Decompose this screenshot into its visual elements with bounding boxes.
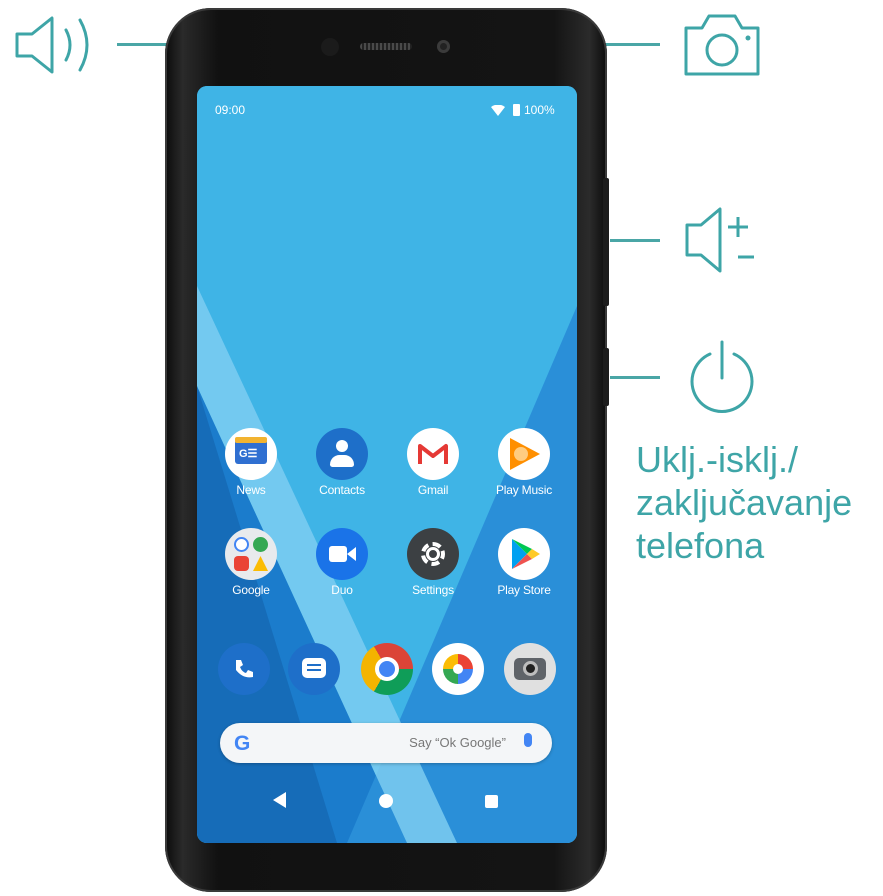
volume-up-down-icon — [685, 207, 754, 273]
volume-buttons[interactable] — [603, 178, 609, 306]
google-folder-icon — [225, 528, 277, 580]
app-label: Play Store — [497, 583, 551, 597]
app-duo[interactable]: Duo — [299, 528, 385, 597]
google-logo: G — [234, 732, 251, 755]
power-button[interactable] — [603, 348, 609, 406]
mic-icon[interactable] — [524, 733, 532, 747]
duo-icon — [316, 528, 368, 580]
back-icon[interactable] — [273, 792, 286, 808]
chrome-icon[interactable] — [361, 643, 413, 695]
earpiece-speaker — [360, 43, 412, 50]
settings-icon — [407, 528, 459, 580]
app-label: Google — [232, 583, 270, 597]
speaker-icon — [15, 16, 89, 74]
google-search-bar[interactable]: G Say “Ok Google” — [220, 723, 552, 763]
app-contacts[interactable]: Contacts — [299, 428, 385, 497]
app-label: Play Music — [495, 483, 552, 497]
camera-icon — [684, 14, 760, 76]
power-button-label: Uklj.-isklj./ zaključavanje telefona — [636, 438, 852, 567]
recents-icon[interactable] — [485, 795, 498, 808]
photos-icon[interactable] — [432, 643, 484, 695]
app-label: Gmail — [417, 483, 449, 497]
home-icon[interactable] — [379, 794, 393, 808]
status-battery: 100% — [524, 103, 555, 117]
phone-screen: 09:00 100% G☰ News Contacts Gmail Play M… — [197, 86, 577, 843]
proximity-sensor — [321, 38, 339, 56]
power-icon — [690, 340, 754, 413]
app-play-store[interactable]: Play Store — [481, 528, 567, 597]
app-label: Contacts — [319, 483, 365, 497]
power-callout-line — [610, 376, 660, 379]
status-time: 09:00 — [215, 103, 246, 117]
camera-app-icon[interactable] — [504, 643, 556, 695]
power-label-line-2: zaključavanje — [636, 482, 853, 523]
front-camera — [437, 40, 450, 53]
play-store-icon — [498, 528, 550, 580]
app-gmail[interactable]: Gmail — [390, 428, 476, 497]
power-label-line-1: Uklj.-isklj./ — [636, 439, 798, 480]
app-settings[interactable]: Settings — [390, 528, 476, 597]
app-label: Duo — [331, 583, 353, 597]
volume-callout-line — [610, 239, 660, 242]
app-news[interactable]: G☰ News — [208, 428, 294, 497]
gmail-icon — [407, 428, 459, 480]
app-play-music[interactable]: Play Music — [481, 428, 567, 497]
phone-icon[interactable] — [218, 643, 270, 695]
app-label: News — [236, 483, 266, 497]
app-google-folder[interactable]: Google — [208, 528, 294, 597]
contacts-icon — [316, 428, 368, 480]
play-music-icon — [498, 428, 550, 480]
app-label: Settings — [412, 583, 454, 597]
search-hint: Say “Ok Google” — [409, 735, 506, 750]
messages-icon[interactable] — [288, 643, 340, 695]
news-icon: G☰ — [225, 428, 277, 480]
battery-icon — [513, 104, 520, 116]
power-label-line-3: telefona — [636, 525, 765, 566]
wifi-icon — [491, 105, 505, 116]
